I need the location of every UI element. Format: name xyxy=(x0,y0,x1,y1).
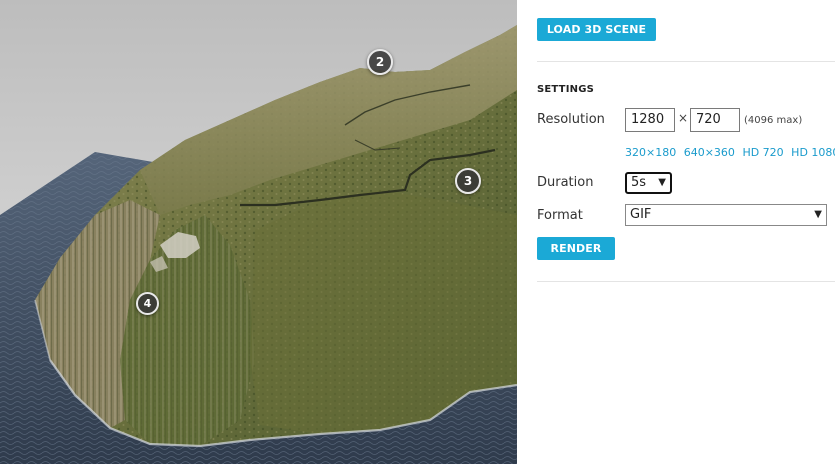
resolution-max-note: (4096 max) xyxy=(744,115,803,126)
resolution-height-input[interactable]: 720 xyxy=(690,108,740,132)
duration-value: 5s xyxy=(631,175,647,190)
3d-viewport[interactable]: 2 3 4 xyxy=(0,0,517,464)
preset-hd720-link[interactable]: HD 720 xyxy=(742,146,783,159)
divider xyxy=(537,281,835,282)
chevron-down-icon: ▼ xyxy=(658,177,666,188)
resolution-label: Resolution xyxy=(537,112,605,127)
terrain-render[interactable] xyxy=(0,0,517,464)
chevron-down-icon: ▼ xyxy=(814,209,822,220)
format-select[interactable]: GIF ▼ xyxy=(625,204,827,226)
times-symbol: × xyxy=(678,111,689,125)
app: 2 3 4 LOAD 3D SCENE SETTINGS Resolution … xyxy=(0,0,835,464)
poi-marker-4[interactable]: 4 xyxy=(136,292,159,315)
format-value: GIF xyxy=(630,207,652,222)
format-label: Format xyxy=(537,208,583,223)
resolution-presets: 320×180 640×360 HD 720 HD 1080 xyxy=(625,146,835,159)
preset-hd1080-link[interactable]: HD 1080 xyxy=(791,146,835,159)
settings-panel: LOAD 3D SCENE SETTINGS Resolution 1280 ×… xyxy=(517,0,835,464)
preset-320x180-link[interactable]: 320×180 xyxy=(625,146,676,159)
duration-label: Duration xyxy=(537,175,594,190)
divider xyxy=(537,61,835,62)
duration-select[interactable]: 5s ▼ xyxy=(625,172,672,194)
render-button[interactable]: RENDER xyxy=(537,237,615,260)
settings-heading: SETTINGS xyxy=(537,84,595,95)
poi-marker-2[interactable]: 2 xyxy=(367,49,393,75)
preset-640x360-link[interactable]: 640×360 xyxy=(684,146,735,159)
load-3d-scene-button[interactable]: LOAD 3D SCENE xyxy=(537,18,656,41)
resolution-width-input[interactable]: 1280 xyxy=(625,108,675,132)
poi-marker-3[interactable]: 3 xyxy=(455,168,481,194)
